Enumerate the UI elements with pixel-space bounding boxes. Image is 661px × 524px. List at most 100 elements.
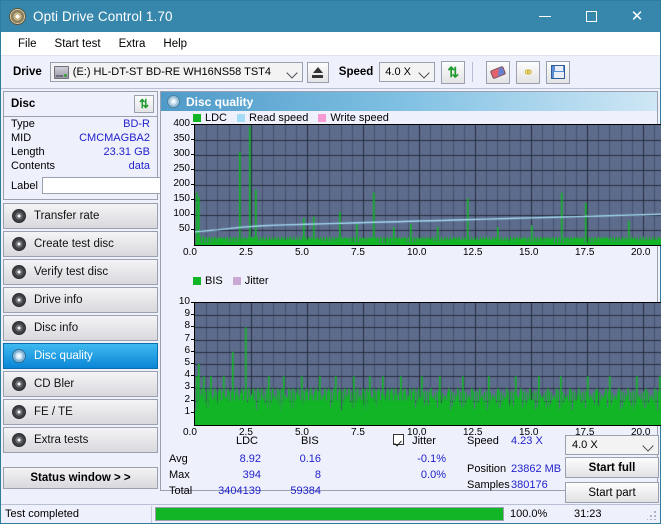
disc-row-length: Length 23.31 GB [4, 145, 157, 159]
stats-total-bis: 59384 [290, 485, 321, 497]
gold-tools-icon: ⚭ [522, 64, 535, 80]
disc-type-value: BD-R [123, 118, 150, 130]
disc-icon [12, 377, 26, 391]
y-tick-label: 4 [184, 369, 190, 381]
y-tick-label: 6 [184, 344, 190, 356]
stats-total-ldc: 3404139 [218, 485, 261, 497]
title-bar: Opti Drive Control 1.70 ✕ [1, 1, 660, 32]
y-tick-label: 100 [173, 208, 190, 219]
jitter-checkbox[interactable] [393, 434, 404, 445]
sidebar-item-cd-bler[interactable]: CD Bler [3, 371, 158, 397]
chevron-down-icon [286, 67, 298, 79]
disc-icon [12, 293, 26, 307]
disc-row-contents: Contents data [4, 159, 157, 173]
drive-label: Drive [13, 66, 42, 78]
app-window: Opti Drive Control 1.70 ✕ File Start tes… [0, 0, 661, 524]
disc-length-value: 23.31 GB [103, 146, 150, 158]
minimize-button[interactable] [522, 1, 568, 32]
test-speed-select[interactable]: 4.0 X [565, 435, 659, 455]
sidebar-item-drive-info[interactable]: Drive info [3, 287, 158, 313]
jitter-max-value: 0.0% [420, 469, 446, 481]
speed-select[interactable]: 4.0 X [379, 62, 436, 82]
position-value: 23862 MB [511, 463, 562, 475]
progress-bar-fill [156, 508, 503, 520]
disc-icon [12, 321, 26, 335]
sidebar-bottom-gap [1, 489, 160, 493]
sidebar-item-fe-te[interactable]: FE / TE [3, 399, 158, 425]
disc-contents-value: data [128, 160, 150, 172]
disc-contents-label: Contents [11, 160, 56, 172]
progress-percent: 100.0% [510, 508, 548, 520]
y-tick-label: 10 [178, 296, 190, 307]
legend-label-bis: BIS [205, 274, 223, 287]
maximize-button[interactable] [568, 1, 614, 32]
disc-label-label: Label [11, 179, 38, 192]
window-title: Opti Drive Control 1.70 [33, 9, 173, 24]
body: Disc ⇅ Type BD-R MID CMCMAGBA2 Length 23… [1, 89, 661, 503]
save-button[interactable] [546, 60, 571, 84]
x-tick-label: 10.0 [407, 247, 427, 258]
menu-extra[interactable]: Extra [110, 35, 155, 53]
y-tick-label: 200 [173, 178, 190, 189]
chart-top-plot [194, 124, 661, 246]
y-tick-label: 3 [184, 381, 190, 393]
refresh-icon: ⇅ [138, 97, 150, 111]
test-speed-select-value: 4.0 X [572, 439, 598, 451]
menu-start-test[interactable]: Start test [46, 35, 110, 53]
sidebar-item-label: Create test disc [34, 238, 114, 250]
menu-file[interactable]: File [9, 35, 46, 53]
drive-select[interactable]: (E:) HL-DT-ST BD-RE WH16NS58 TST4 [49, 62, 303, 82]
position-label: Position [467, 463, 507, 475]
tools-button[interactable]: ⚭ [516, 60, 541, 84]
disc-refresh-button[interactable]: ⇅ [134, 95, 154, 113]
disc-icon [12, 209, 26, 223]
disc-row-mid: MID CMCMAGBA2 [4, 131, 157, 145]
legend-item-read-speed: Read speed [237, 112, 308, 124]
refresh-button[interactable]: ⇅ [441, 60, 466, 84]
disc-type-label: Type [11, 118, 35, 130]
eraser-icon [490, 65, 507, 79]
panel-title: Disc quality [186, 94, 254, 109]
x-tick-label: 15.0 [519, 247, 539, 258]
erase-button[interactable] [486, 60, 511, 84]
toolbar: Drive (E:) HL-DT-ST BD-RE WH16NS58 TST4 … [1, 56, 660, 89]
jitter-avg-value: -0.1% [417, 453, 446, 465]
refresh-icon: ⇅ [447, 64, 460, 80]
chevron-down-icon [418, 67, 430, 79]
y-tick-label: 250 [173, 163, 190, 174]
start-full-button[interactable]: Start full [565, 457, 659, 478]
resize-grip-icon[interactable] [647, 510, 657, 520]
drive-icon [53, 65, 69, 79]
menu-help[interactable]: Help [154, 35, 196, 53]
close-button[interactable]: ✕ [614, 1, 660, 32]
x-tick-label: 0.0 [183, 247, 197, 258]
sidebar-item-transfer-rate[interactable]: Transfer rate [3, 203, 158, 229]
sidebar-item-extra-tests[interactable]: Extra tests [3, 427, 158, 453]
x-tick-label: 2.5 [239, 247, 253, 258]
stats-avg-bis: 0.16 [299, 453, 321, 465]
chart-bottom-legend: BIS Jitter [161, 274, 269, 287]
legend-swatch-jitter [232, 276, 241, 285]
disc-info-panel: Disc ⇅ Type BD-R MID CMCMAGBA2 Length 23… [3, 91, 244, 200]
sidebar-item-create-test-disc[interactable]: Create test disc [3, 231, 158, 257]
y-tick-label: 1 [184, 405, 190, 417]
legend-item-write-speed: Write speed [318, 112, 389, 124]
sidebar-item-label: FE / TE [34, 406, 73, 418]
disc-label-row: Label [4, 173, 244, 199]
eject-button[interactable] [306, 61, 329, 83]
stats-header-ldc: LDC [236, 435, 259, 447]
minimize-icon [539, 16, 551, 17]
sidebar-item-disc-quality[interactable]: Disc quality [3, 343, 158, 369]
speed-label: Speed [338, 66, 374, 78]
y-tick-label: 300 [173, 148, 190, 159]
sidebar-nav: Transfer rate Create test disc Verify te… [1, 203, 160, 453]
start-part-button[interactable]: Start part [565, 482, 659, 503]
status-window-button[interactable]: Status window > > [3, 467, 158, 489]
jitter-checkbox-row[interactable]: Jitter [393, 434, 436, 447]
sidebar-item-verify-test-disc[interactable]: Verify test disc [3, 259, 158, 285]
disc-panel-header: Disc ⇅ [4, 92, 157, 117]
window-controls: ✕ [522, 1, 660, 32]
legend-label-ldc: LDC [205, 111, 228, 124]
sidebar-item-disc-info[interactable]: Disc info [3, 315, 158, 341]
y-tick-label: 400 [173, 118, 190, 129]
